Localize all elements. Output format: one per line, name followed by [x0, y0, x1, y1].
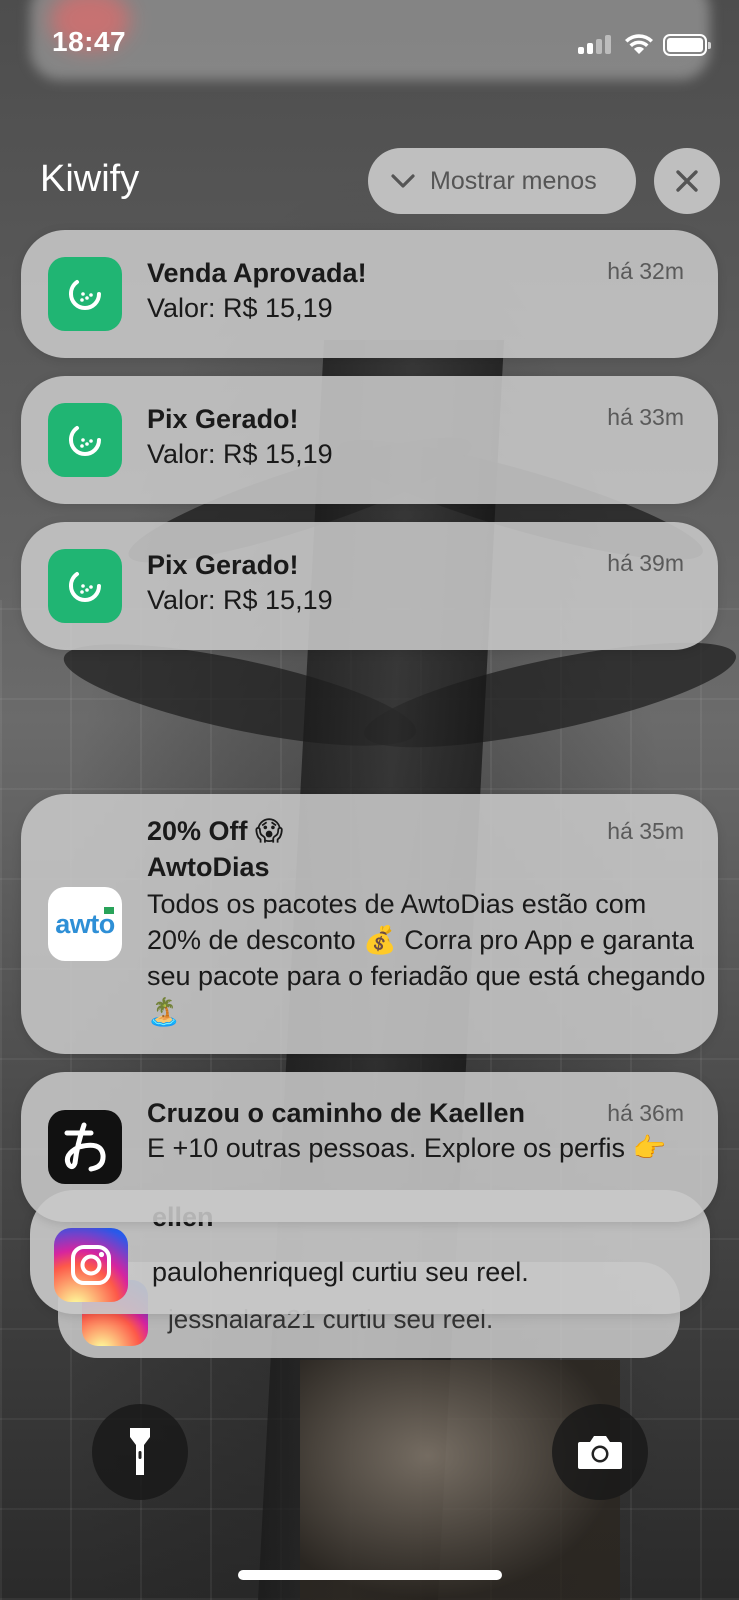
notification-body: Valor: R$ 15,19 — [147, 293, 333, 323]
notification-card[interactable]: Pix Gerado! Valor: R$ 15,19 há 39m — [21, 522, 718, 650]
battery-icon — [663, 34, 711, 56]
notification-card[interactable]: Pix Gerado! Valor: R$ 15,19 há 33m — [21, 376, 718, 504]
chevron-down-icon — [391, 174, 415, 188]
cellular-signal-icon — [578, 34, 614, 54]
camera-button[interactable] — [552, 1404, 648, 1500]
flashlight-icon — [130, 1428, 150, 1475]
notification-card[interactable]: Cruzou o caminho de Kaellen E +10 outras… — [21, 1072, 718, 1222]
show-less-button[interactable]: Mostrar menos — [368, 148, 636, 214]
camera-icon — [578, 1436, 622, 1469]
notification-time: há 35m — [607, 818, 684, 844]
close-icon — [676, 170, 698, 192]
clear-group-button[interactable] — [654, 148, 720, 214]
show-less-label: Mostrar menos — [430, 166, 597, 195]
notification-body: paulohenriquegl curtiu seu reel. — [152, 1257, 529, 1287]
home-indicator[interactable] — [238, 1570, 502, 1580]
notification-title: Venda Aprovada! — [147, 258, 367, 288]
notification-body: E +10 outras pessoas. Explore os perfis … — [147, 1133, 667, 1163]
awto-icon: awto — [48, 887, 122, 961]
notification-time: há 36m — [607, 1100, 684, 1126]
flashlight-button[interactable] — [92, 1404, 188, 1500]
notification-time: há 39m — [607, 550, 684, 576]
instagram-icon — [54, 1228, 128, 1302]
notification-time: há 32m — [607, 258, 684, 284]
happn-icon — [48, 1110, 122, 1184]
notification-body: Valor: R$ 15,19 — [147, 439, 333, 469]
notification-title: Cruzou o caminho de Kaellen — [147, 1098, 526, 1128]
notification-title: Pix Gerado! — [147, 404, 299, 434]
kiwify-icon — [48, 549, 122, 623]
notification-subtitle: AwtoDias — [147, 852, 270, 882]
notification-title: 20% Off 😱 — [147, 816, 284, 846]
status-time: 18:47 — [52, 26, 127, 57]
kiwify-icon — [48, 403, 122, 477]
kiwify-icon — [48, 257, 122, 331]
wifi-icon — [625, 34, 653, 54]
notification-time: há 33m — [607, 404, 684, 430]
notification-card[interactable]: awto 20% Off 😱 AwtoDias Todos os pacotes… — [21, 794, 718, 1054]
notification-card[interactable]: Venda Aprovada! Valor: R$ 15,19 há 32m — [21, 230, 718, 358]
notification-body: Valor: R$ 15,19 — [147, 585, 333, 615]
notification-body: Todos os pacotes de AwtoDias estão com 2… — [147, 889, 706, 1027]
status-bar: 18:47 — [0, 0, 739, 90]
notification-group-title: Kiwify — [40, 158, 140, 200]
notification-title: Pix Gerado! — [147, 550, 299, 580]
